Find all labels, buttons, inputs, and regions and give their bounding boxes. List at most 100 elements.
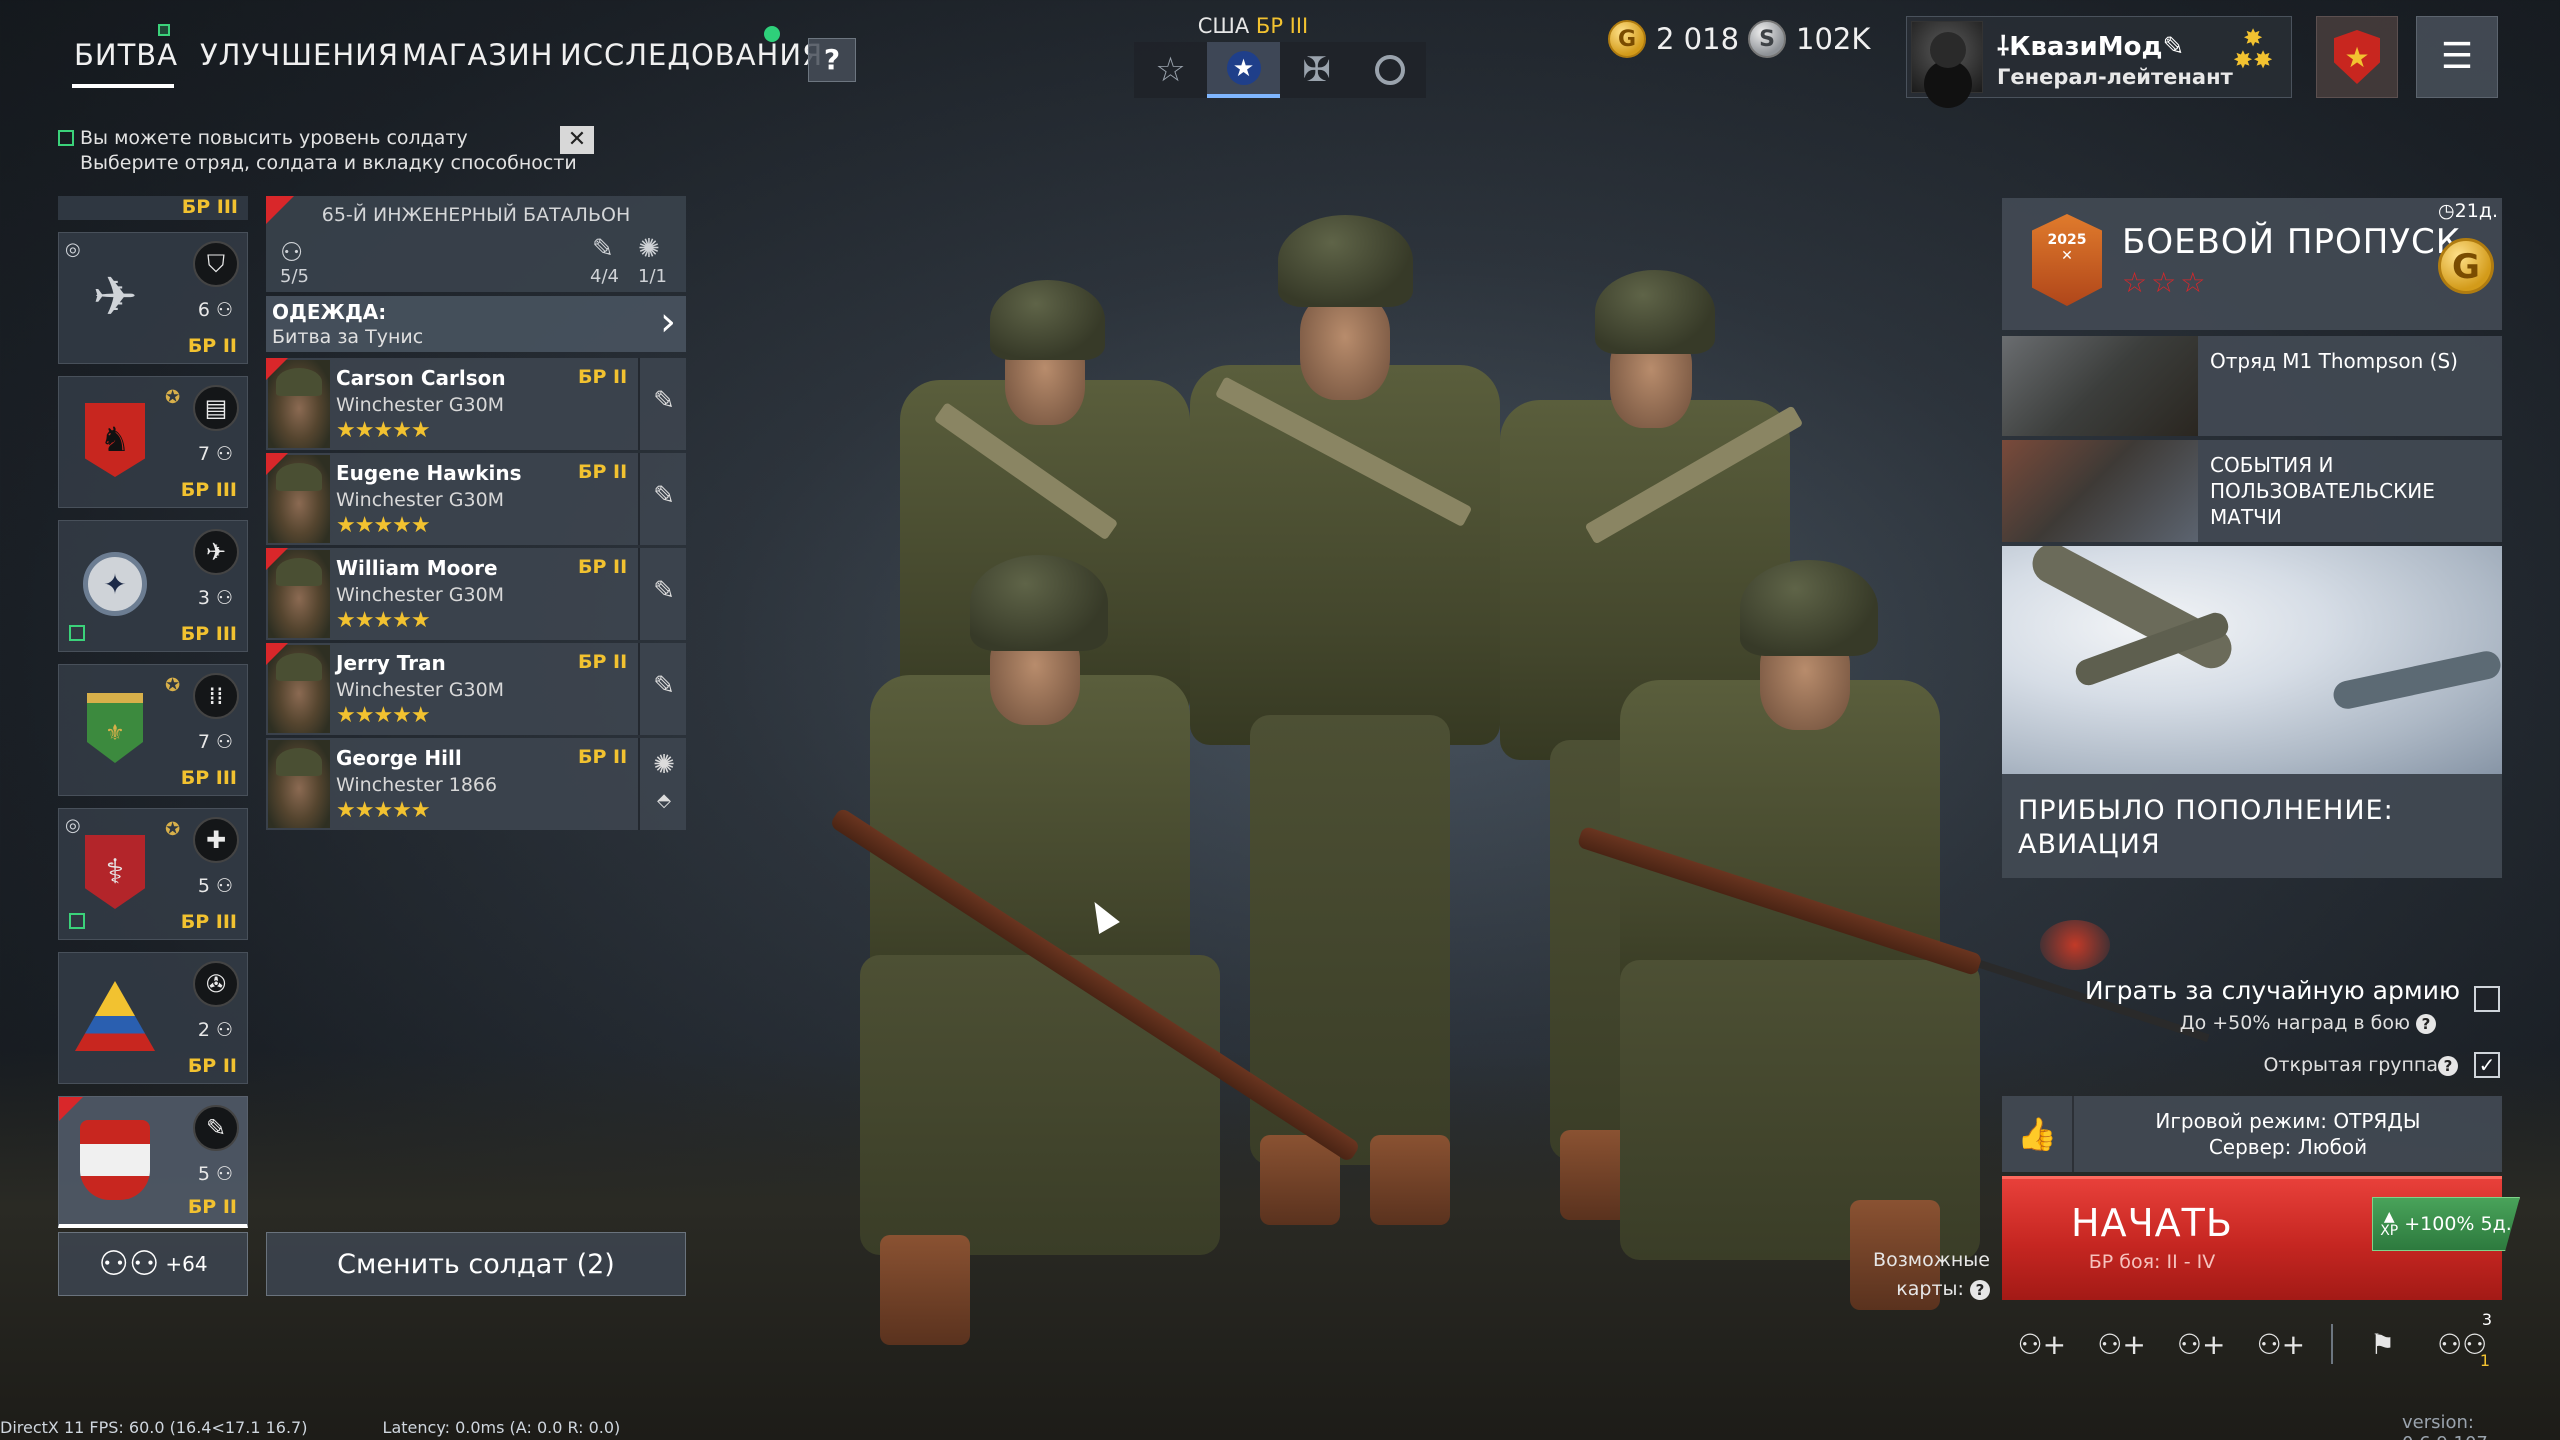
squad-card-selected[interactable]: ✎ 5 ⚇ БР II xyxy=(58,1096,248,1228)
notification-dot-icon xyxy=(764,26,780,42)
faction-tab-germany[interactable]: ✠ xyxy=(1280,42,1353,98)
xp-label: XP xyxy=(2380,1223,2399,1239)
notification-close-button[interactable]: ✕ xyxy=(560,126,594,154)
radio-icon: ▤ xyxy=(193,385,239,431)
faction-tab-japan[interactable] xyxy=(1353,42,1426,98)
squad-card[interactable]: ✈ ⛉ 6 ⚇ БР II ◎ xyxy=(58,232,248,364)
medical-shield-icon: ⚕ xyxy=(75,827,155,917)
notification-line2: Выберите отряд, солдата и вкладку способ… xyxy=(80,152,577,174)
wrench-icon: ✎ xyxy=(653,386,675,416)
soldier-name: Jerry Tran xyxy=(336,651,446,675)
outfit-selector[interactable]: ОДЕЖДА: Битва за Тунис › xyxy=(266,296,686,352)
squad-card[interactable]: ⚜ ✪ ⁞⁞ 7 ⚇ БР III xyxy=(58,664,248,796)
promo-events[interactable]: СОБЫТИЯ И ПОЛЬЗОВАТЕЛЬСКИЕ МАТЧИ xyxy=(2002,440,2502,542)
soldier-br: БР II xyxy=(578,746,628,768)
soldier-row[interactable]: Eugene Hawkins Winchester G30M ★★★★★ БР … xyxy=(266,453,686,545)
squad-header: 65-Й ИНЖЕНЕРНЫЙ БАТАЛЬОН ⚇ 5/5 ✎ 4/4 ✺ 1… xyxy=(266,196,686,292)
rank-up-icon: ⬘ xyxy=(657,790,671,811)
squad-card[interactable]: ✦ ✈ 3 ⚇ БР III xyxy=(58,520,248,652)
menu-button[interactable]: ☰ xyxy=(2416,16,2498,98)
soldier-br: БР II xyxy=(578,651,628,673)
start-button[interactable]: НАЧАТЬ БР боя: II - IV ▲ XP +100% 5д. xyxy=(2002,1176,2520,1300)
nav-shop[interactable]: МАГАЗИН xyxy=(402,38,553,72)
squad-card[interactable]: ♞ ✪ ▤ 7 ⚇ БР III xyxy=(58,376,248,508)
invite-friend-button[interactable]: ⚇+ xyxy=(2241,1318,2321,1370)
change-soldiers-button[interactable]: Сменить солдат (2) xyxy=(266,1232,686,1296)
sword-icon: ⸸ xyxy=(1997,32,2010,62)
friends-button[interactable]: ⚇⚇ 3 1 xyxy=(2422,1310,2502,1370)
aviation-news-image xyxy=(2002,546,2502,774)
soldier-row[interactable]: Jerry Tran Winchester G30M ★★★★★ БР II ✎ xyxy=(266,643,686,735)
add-user-icon: ⚇+ xyxy=(2097,1327,2146,1361)
nav-upgrades[interactable]: УЛУЧШЕНИЯ xyxy=(200,38,399,72)
help-button[interactable]: ? xyxy=(808,38,856,82)
pen-icon: ✎ xyxy=(2162,32,2185,62)
open-group: Открытая группа? xyxy=(2060,1054,2458,1076)
promo-thompson-squad[interactable]: Отряд M1 Thompson (S) xyxy=(2002,336,2502,436)
flag-button[interactable]: ⚑ xyxy=(2343,1318,2423,1370)
open-group-checkbox[interactable]: ✓ xyxy=(2474,1052,2500,1078)
soldier-portrait xyxy=(268,360,330,448)
soldier-row[interactable]: George Hill Winchester 1866 ★★★★★ БР II … xyxy=(266,738,686,830)
soldier-row[interactable]: Carson Carlson Winchester G30M ★★★★★ БР … xyxy=(266,358,686,450)
battle-pass-year: 2025 xyxy=(2047,232,2087,248)
star-outline-icon: ☆ xyxy=(1155,50,1186,90)
clock-icon: ◷ xyxy=(2438,200,2455,222)
battle-pass-card[interactable]: 2025 ✕ БОЕВОЙ ПРОПУСК ☆☆☆ ◷21д. G xyxy=(2002,198,2502,330)
nav-research[interactable]: ИССЛЕДОВАНИЯ xyxy=(560,38,823,72)
latency-text: Latency: 0.0ms (A: 0.0 R: 0.0) xyxy=(382,1418,621,1437)
medal-icon: ✪ xyxy=(165,675,181,696)
engineers-count: 4/4 xyxy=(590,266,619,287)
add-user-icon: ⚇+ xyxy=(2176,1327,2226,1361)
soldier-portrait xyxy=(268,740,330,828)
soldier-portrait xyxy=(268,645,330,733)
medal-icon: ✪ xyxy=(165,819,181,840)
rank-button[interactable]: ★ xyxy=(2316,16,2398,98)
possible-maps[interactable]: Возможные карты: ? xyxy=(1850,1246,1990,1304)
player-name: ⸸КвазиМод✎ xyxy=(1997,27,2184,63)
armored-division-icon xyxy=(75,971,155,1061)
game-mode-card[interactable]: 👍 Игровой режим: ОТРЯДЫ Сервер: Любой xyxy=(2002,1096,2502,1172)
invite-friend-button[interactable]: ⚇+ xyxy=(2161,1318,2241,1370)
faction-tab-usa[interactable]: ★ xyxy=(1207,42,1280,98)
invite-friend-button[interactable]: ⚇+ xyxy=(2082,1318,2162,1370)
random-army-checkbox[interactable] xyxy=(2474,986,2500,1012)
reserve-button[interactable]: ⚇⚇ +64 xyxy=(58,1232,248,1296)
squad-title: 65-Й ИНЖЕНЕРНЫЙ БАТАЛЬОН xyxy=(321,204,631,226)
friends-count: 3 xyxy=(2481,1310,2493,1329)
explosion-icon: ✺ xyxy=(653,750,675,780)
wrench-icon: ✎ xyxy=(653,576,675,606)
ability-count: 1/1 xyxy=(638,266,667,287)
battle-pass-title: БОЕВОЙ ПРОПУСК xyxy=(2122,222,2461,262)
soldier-portrait xyxy=(268,455,330,543)
avatar xyxy=(1911,21,1983,93)
help-icon: ? xyxy=(1970,1279,1990,1300)
soldier-stars: ★★★★★ xyxy=(336,703,431,728)
gold-currency[interactable]: G 2 018 xyxy=(1608,20,1739,58)
player-profile[interactable]: ⸸КвазиМод✎ Генерал-лейтенант ✸ ✸✸ xyxy=(1906,16,2292,98)
country-br: БР III xyxy=(1255,14,1309,38)
hamburger-icon: ☰ xyxy=(2440,36,2474,77)
wrench-icon: ✎ xyxy=(653,671,675,701)
squad-card[interactable]: ✇ 2 ⚇ БР II xyxy=(58,952,248,1084)
invite-friend-button[interactable]: ⚇+ xyxy=(2002,1318,2082,1370)
soldier-br: БР II xyxy=(578,461,628,483)
help-icon[interactable]: ? xyxy=(2416,1013,2436,1034)
soldier-row[interactable]: William Moore Winchester G30M ★★★★★ БР I… xyxy=(266,548,686,640)
fps-text: DirectX 11 FPS: 60.0 (16.4<17.1 16.7) xyxy=(0,1418,308,1437)
squad-card[interactable]: ⚕ ✪ ✚ 5 ⚇ БР III ◎ xyxy=(58,808,248,940)
game-mode-text: Игровой режим: ОТРЯДЫ Сервер: Любой xyxy=(2074,1108,2502,1160)
outfit-label: ОДЕЖДА: xyxy=(272,300,387,324)
outfit-value: Битва за Тунис xyxy=(272,326,424,348)
news-card[interactable]: ПРИБЫЛО ПОПОЛНЕНИЕ: АВИАЦИЯ xyxy=(2002,546,2502,878)
silver-currency[interactable]: S 102K xyxy=(1748,20,1870,58)
help-icon[interactable]: ? xyxy=(2438,1055,2458,1076)
soldier-br: БР II xyxy=(578,366,628,388)
squad-br: БР III xyxy=(180,623,237,645)
nav-battle[interactable]: БИТВА xyxy=(74,38,178,72)
thumbs-up-icon[interactable]: 👍 xyxy=(2002,1096,2074,1172)
faction-tab-star-outline[interactable]: ☆ xyxy=(1134,42,1207,98)
flag-icon: ⚑ xyxy=(2369,1327,2396,1361)
player-name-text: КвазиМод xyxy=(2009,32,2163,62)
squad-br: БР II xyxy=(187,1055,237,1077)
